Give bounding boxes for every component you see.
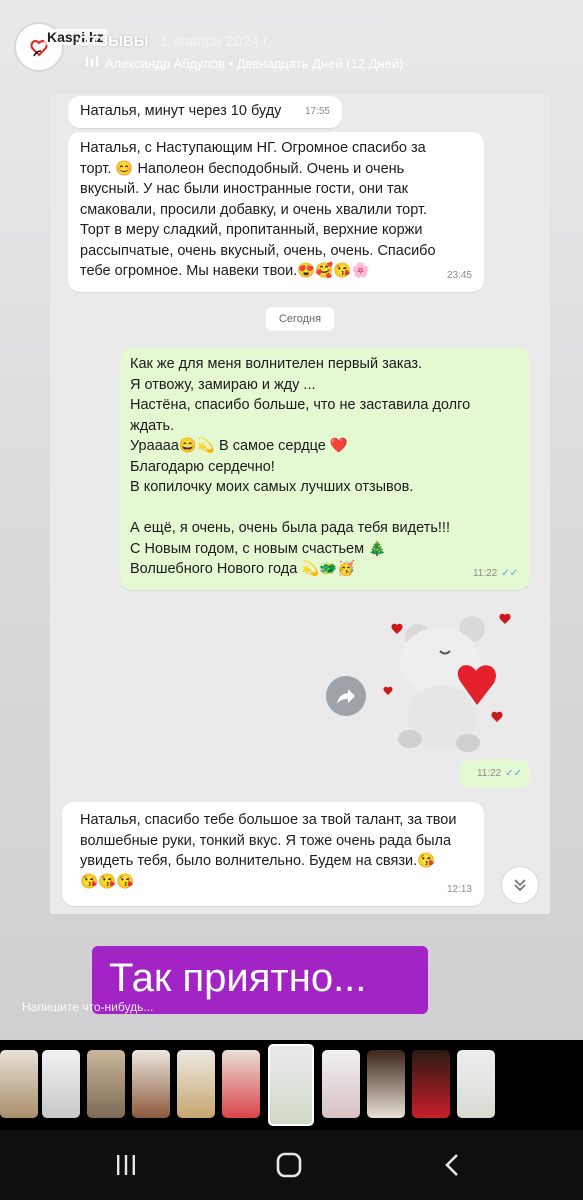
story-view[interactable]: Kaspi.kz ОТЗЫВЫ 1 января 2024 г. Алексан…: [0, 0, 583, 1040]
story-thumbnail[interactable]: [457, 1050, 495, 1118]
home-icon[interactable]: [269, 1152, 309, 1178]
read-check-icon: ✓✓: [501, 567, 518, 579]
story-thumbnail[interactable]: [177, 1050, 215, 1118]
forward-icon[interactable]: [326, 676, 366, 716]
sticker-time-value: 11:22: [476, 768, 502, 779]
date-divider: Сегодня: [266, 307, 334, 331]
scroll-down-icon[interactable]: [501, 866, 539, 904]
story-thumbnail[interactable]: [132, 1050, 170, 1118]
message-time: 11:22 ✓✓: [473, 564, 518, 585]
story-thumbnail[interactable]: [412, 1050, 450, 1118]
back-icon[interactable]: [433, 1152, 473, 1178]
message-time: 23:45: [446, 269, 472, 281]
read-check-icon: ✓✓: [505, 768, 522, 779]
story-thumbnail[interactable]: [367, 1050, 405, 1118]
reply-input[interactable]: Напишите что-нибудь...: [22, 1000, 153, 1014]
sticker-time: 11:22 ✓✓: [460, 760, 530, 788]
message-text: Наталья, с Наступающим НГ. Огромное спас…: [80, 140, 436, 279]
caption-text: Так приятно...: [109, 956, 367, 1000]
message-text: Наталья, спасибо тебе большое за твой та…: [80, 812, 457, 890]
story-thumbnail[interactable]: [87, 1050, 125, 1118]
story-thumbnail[interactable]: [322, 1050, 360, 1118]
story-thumbnails: [0, 1044, 583, 1130]
music-bars-icon: [86, 56, 98, 67]
message-incoming: Наталья, спасибо тебе большое за твой та…: [62, 802, 484, 906]
message-outgoing: Как же для меня волнителен первый заказ.…: [120, 348, 530, 590]
chat-screenshot: Наталья, минут через 10 буду 17:55 Натал…: [50, 94, 550, 914]
message-text: Как же для меня волнителен первый заказ.…: [130, 356, 471, 577]
teddy-bear-sticker: [383, 613, 511, 752]
message-text: Наталья, минут через 10 буду: [80, 103, 282, 119]
message-time-value: 11:22: [472, 567, 498, 579]
story-thumbnail[interactable]: [222, 1050, 260, 1118]
message-incoming: Наталья, с Наступающим НГ. Огромное спас…: [68, 132, 484, 292]
system-nav-bar: [0, 1130, 583, 1200]
story-header: Kaspi.kz ОТЗЫВЫ 1 января 2024 г. Алексан…: [0, 0, 583, 90]
message-incoming: Наталья, минут через 10 буду 17:55: [68, 96, 342, 128]
story-thumbnail[interactable]: [42, 1050, 80, 1118]
music-track[interactable]: Александр Абдулов • Двенадцать Дней (12 …: [105, 56, 403, 71]
recent-apps-icon[interactable]: [106, 1152, 146, 1178]
story-thumbnail-active[interactable]: [268, 1044, 314, 1126]
story-date: 1 января 2024 г.: [160, 33, 271, 50]
message-time: 17:55: [304, 105, 330, 117]
message-time: 12:13: [446, 883, 472, 895]
story-thumbnail[interactable]: [0, 1050, 38, 1118]
story-title: ОТЗЫВЫ: [78, 33, 149, 50]
